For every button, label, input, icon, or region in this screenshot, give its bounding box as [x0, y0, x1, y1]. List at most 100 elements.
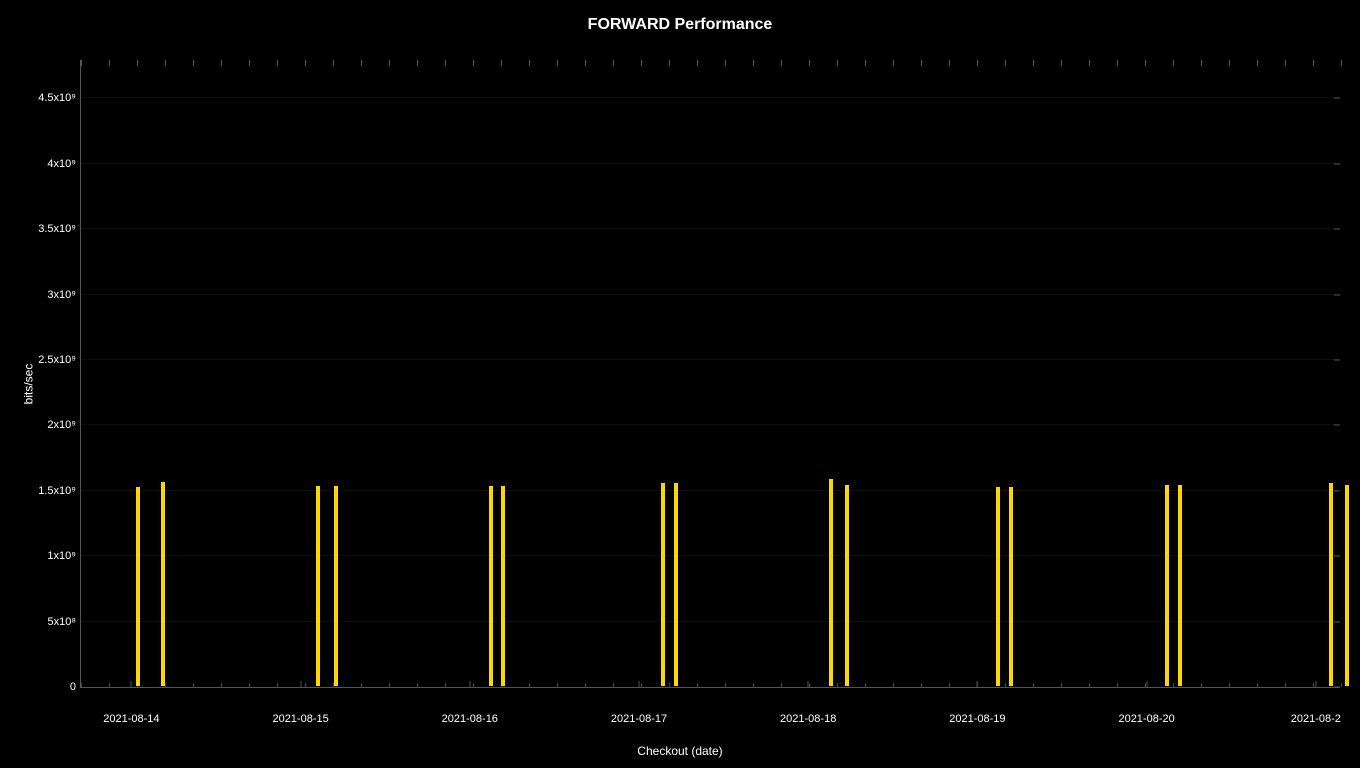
data-bar — [845, 485, 849, 686]
bottom-tick-minor — [221, 683, 222, 687]
bottom-tick-minor — [249, 683, 250, 687]
top-tick — [1313, 60, 1314, 66]
data-bar — [334, 486, 338, 686]
bottom-tick-minor — [165, 683, 166, 687]
x-tick-label: 2021-08-15 — [272, 713, 328, 725]
y-tick-label: 2.5x10⁹ — [38, 354, 76, 366]
x-tick-mark — [469, 681, 470, 687]
bottom-tick-minor — [473, 683, 474, 687]
bottom-tick-minor — [893, 683, 894, 687]
y-grid-line — [81, 555, 1340, 556]
right-dash — [1334, 294, 1340, 295]
data-bar — [501, 486, 505, 686]
top-tick — [193, 60, 194, 66]
y-axis-label: bits/sec — [21, 364, 35, 405]
top-tick — [921, 60, 922, 66]
y-grid-line — [81, 424, 1340, 425]
top-tick — [1089, 60, 1090, 66]
x-tick-label: 2021-08-19 — [949, 713, 1005, 725]
data-bar — [996, 487, 1000, 686]
bottom-tick-minor — [109, 683, 110, 687]
data-bar — [136, 487, 140, 686]
top-tick — [1061, 60, 1062, 66]
y-tick-label: 4x10⁹ — [47, 158, 76, 170]
top-tick — [753, 60, 754, 66]
top-tick — [361, 60, 362, 66]
top-tick — [1117, 60, 1118, 66]
top-tick — [109, 60, 110, 66]
top-tick — [781, 60, 782, 66]
bottom-tick-minor — [977, 683, 978, 687]
bottom-tick-minor — [1313, 683, 1314, 687]
bottom-tick-minor — [361, 683, 362, 687]
top-tick — [333, 60, 334, 66]
x-tick-label: 2021-08-18 — [780, 713, 836, 725]
top-tick — [585, 60, 586, 66]
bottom-tick-minor — [585, 683, 586, 687]
bottom-tick-minor — [613, 683, 614, 687]
top-tick — [529, 60, 530, 66]
y-grid-line — [81, 97, 1340, 98]
bottom-tick-minor — [1005, 683, 1006, 687]
data-bar — [1009, 487, 1013, 686]
x-tick-label: 2021-08-2 — [1291, 713, 1341, 725]
bottom-tick-minor — [1341, 683, 1342, 687]
top-tick — [1145, 60, 1146, 66]
top-tick — [389, 60, 390, 66]
top-tick — [501, 60, 502, 66]
bottom-tick-minor — [781, 683, 782, 687]
bottom-tick-minor — [641, 683, 642, 687]
top-tick — [557, 60, 558, 66]
top-tick — [837, 60, 838, 66]
top-tick — [865, 60, 866, 66]
top-tick — [977, 60, 978, 66]
top-tick — [697, 60, 698, 66]
top-tick — [473, 60, 474, 66]
y-tick-label: 5x10⁸ — [48, 616, 77, 628]
top-tick — [669, 60, 670, 66]
data-bar — [1329, 483, 1333, 686]
bottom-tick-minor — [305, 683, 306, 687]
y-grid-line — [81, 490, 1340, 491]
data-bar — [489, 486, 493, 686]
right-dash — [1334, 621, 1340, 622]
right-dash — [1334, 556, 1340, 557]
data-bar — [1165, 485, 1169, 686]
y-grid-line — [81, 621, 1340, 622]
y-tick-label: 1x10⁹ — [47, 550, 76, 562]
bottom-tick-minor — [277, 683, 278, 687]
top-tick — [137, 60, 138, 66]
top-tick — [641, 60, 642, 66]
x-tick-label: 2021-08-14 — [103, 713, 159, 725]
y-tick-label: 0 — [70, 681, 76, 693]
top-tick — [1033, 60, 1034, 66]
data-bar — [661, 483, 665, 686]
top-tick — [1341, 60, 1342, 66]
x-tick-mark — [1315, 681, 1316, 687]
chart-container: FORWARD Performance bits/sec 0 5x10⁸ 1x10⁹… — [0, 0, 1360, 768]
x-tick-mark — [131, 681, 132, 687]
y-tick-label: 1.5x10⁹ — [38, 485, 76, 497]
bottom-tick-minor — [529, 683, 530, 687]
bottom-tick-minor — [1229, 683, 1230, 687]
bottom-tick-minor — [837, 683, 838, 687]
top-tick — [165, 60, 166, 66]
data-bar — [1345, 485, 1349, 686]
top-tick — [81, 60, 82, 66]
y-tick-label: 4.5x10⁹ — [38, 92, 76, 104]
right-dash — [1334, 359, 1340, 360]
top-tick — [1173, 60, 1174, 66]
y-grid-line — [81, 294, 1340, 295]
bottom-tick-minor — [1285, 683, 1286, 687]
bottom-tick-minor — [809, 683, 810, 687]
bottom-tick-minor — [949, 683, 950, 687]
bottom-tick-minor — [921, 683, 922, 687]
right-dash — [1334, 229, 1340, 230]
chart-title: FORWARD Performance — [588, 16, 773, 34]
bottom-tick-minor — [669, 683, 670, 687]
bottom-tick-minor — [417, 683, 418, 687]
bottom-tick-minor — [445, 683, 446, 687]
top-tick — [1005, 60, 1006, 66]
y-tick-label: 2x10⁹ — [47, 419, 76, 431]
top-tick — [221, 60, 222, 66]
